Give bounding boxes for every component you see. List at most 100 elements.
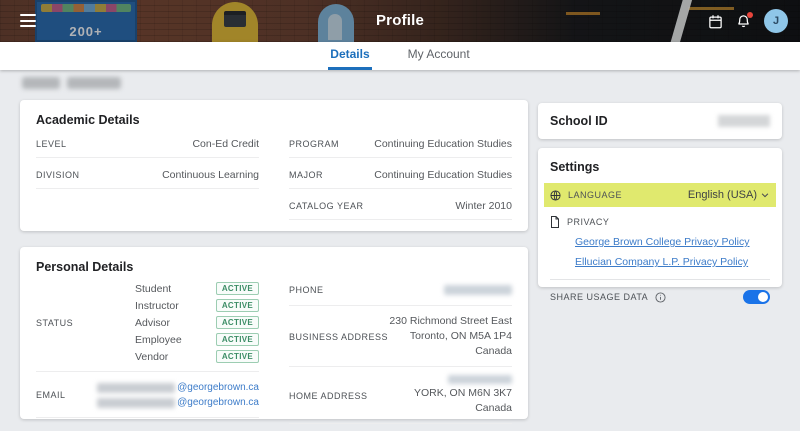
- status-name: Vendor: [135, 350, 169, 363]
- tab-my-account[interactable]: My Account: [406, 42, 472, 70]
- status-item: Student ACTIVE: [135, 282, 259, 295]
- document-icon: [551, 216, 559, 228]
- home-address-label: HOME ADDRESS: [289, 390, 368, 401]
- email-link[interactable]: @georgebrown.ca: [177, 397, 259, 408]
- status-row: STATUS Student ACTIVE Instructor ACTIVE …: [36, 274, 259, 372]
- menu-icon: [20, 19, 36, 22]
- catalog-year-row: CATALOG YEAR Winter 2010: [289, 189, 512, 220]
- school-id-card: School ID: [538, 103, 782, 139]
- calendar-button[interactable]: [708, 14, 723, 29]
- business-address-line: Toronto, ON M5A 1P4: [409, 330, 512, 342]
- info-icon[interactable]: [655, 291, 666, 303]
- status-item: Advisor ACTIVE: [135, 316, 259, 329]
- school-id-title: School ID: [550, 114, 608, 128]
- division-value: Continuous Learning: [162, 169, 259, 181]
- status-item: Instructor ACTIVE: [135, 299, 259, 312]
- status-name: Instructor: [135, 299, 179, 312]
- personal-details-card: Personal Details STATUS Student ACTIVE I…: [20, 247, 528, 424]
- status-name: Employee: [135, 333, 182, 346]
- settings-title: Settings: [550, 160, 600, 174]
- personal-details-title: Personal Details: [36, 260, 134, 274]
- avatar-initial: J: [772, 15, 780, 27]
- share-usage-toggle[interactable]: [743, 290, 770, 304]
- home-address-row: HOME ADDRESS YORK, ON M6N 3K7 Canada: [289, 367, 512, 424]
- privacy-policy-link-gbc[interactable]: George Brown College Privacy Policy: [575, 236, 770, 248]
- program-row: PROGRAM Continuing Education Studies: [289, 127, 512, 158]
- program-label: PROGRAM: [289, 139, 340, 149]
- business-address-row: BUSINESS ADDRESS 230 Richmond Street Eas…: [289, 306, 512, 367]
- notification-badge: [747, 11, 753, 18]
- menu-icon: [20, 14, 36, 16]
- status-item: Vendor ACTIVE: [135, 350, 259, 363]
- status-badge: ACTIVE: [215, 333, 259, 346]
- home-address-value: YORK, ON M6N 3K7 Canada: [414, 375, 512, 416]
- email-entry: @georgebrown.ca: [97, 382, 259, 393]
- email-user-redacted: [97, 397, 176, 408]
- catalog-year-label: CATALOG YEAR: [289, 201, 364, 211]
- email-row: EMAIL @georgebrown.ca @georgebrown.ca: [36, 372, 259, 418]
- academic-details-card: Academic Details LEVEL Con-Ed Credit DIV…: [20, 100, 528, 231]
- calendar-icon: [709, 14, 722, 28]
- settings-divider: [550, 279, 770, 280]
- share-usage-row: SHARE USAGE DATA: [550, 290, 770, 304]
- academic-details-title: Academic Details: [36, 113, 140, 127]
- status-badge: ACTIVE: [215, 350, 259, 363]
- status-list: Student ACTIVE Instructor ACTIVE Advisor…: [135, 282, 259, 363]
- catalog-year-value: Winter 2010: [455, 200, 512, 212]
- language-value[interactable]: English (USA): [688, 189, 770, 201]
- privacy-links: George Brown College Privacy Policy Ellu…: [575, 236, 770, 268]
- language-label: LANGUAGE: [568, 190, 623, 200]
- tab-bar: Details My Account: [0, 42, 800, 70]
- level-label: LEVEL: [36, 139, 67, 149]
- level-row: LEVEL Con-Ed Credit: [36, 127, 259, 158]
- status-name: Student: [135, 282, 172, 295]
- email-user-redacted: [97, 382, 176, 393]
- email-label: EMAIL: [36, 390, 66, 400]
- privacy-policy-link-ellucian[interactable]: Ellucian Company L.P. Privacy Policy: [575, 256, 770, 268]
- main-content: Academic Details LEVEL Con-Ed Credit DIV…: [0, 70, 800, 431]
- status-badge: ACTIVE: [215, 316, 259, 329]
- status-badge: ACTIVE: [215, 299, 259, 312]
- phone-label: PHONE: [289, 285, 324, 295]
- user-name-redacted: [22, 77, 121, 89]
- status-label: STATUS: [36, 317, 74, 328]
- privacy-section-header: PRIVACY: [550, 216, 770, 228]
- home-address-line: YORK, ON M6N 3K7: [413, 387, 512, 399]
- email-link[interactable]: @georgebrown.ca: [177, 382, 259, 393]
- app-header: Profile J: [0, 0, 800, 42]
- home-address-redacted: [448, 375, 512, 384]
- division-row: DIVISION Continuous Learning: [36, 158, 259, 189]
- division-label: DIVISION: [36, 170, 80, 180]
- status-item: Employee ACTIVE: [135, 333, 259, 346]
- school-id-value-redacted: [718, 115, 770, 127]
- settings-card: Settings LANGUAGE English (USA) PRIVACY …: [538, 148, 782, 304]
- phone-value-redacted: [444, 285, 512, 295]
- status-badge: ACTIVE: [215, 282, 259, 295]
- business-address-value: 230 Richmond Street East Toronto, ON M5A…: [389, 314, 512, 359]
- header-actions: J: [708, 0, 788, 42]
- major-value: Continuing Education Studies: [374, 169, 512, 181]
- status-name: Advisor: [135, 316, 171, 329]
- page-title: Profile: [375, 12, 425, 29]
- phone-row: PHONE: [289, 274, 512, 306]
- business-address-line: 230 Richmond Street East: [389, 315, 512, 327]
- major-label: MAJOR: [289, 170, 323, 180]
- home-address-line: Canada: [475, 402, 512, 414]
- level-value: Con-Ed Credit: [192, 138, 259, 150]
- chevron-down-icon: [761, 193, 769, 198]
- avatar[interactable]: J: [764, 9, 788, 33]
- business-address-line: Canada: [475, 345, 512, 357]
- privacy-label: PRIVACY: [567, 217, 610, 227]
- language-setting-row[interactable]: LANGUAGE English (USA): [544, 183, 776, 207]
- globe-icon: [550, 189, 561, 201]
- notifications-button[interactable]: [736, 11, 753, 29]
- share-usage-label: SHARE USAGE DATA: [550, 292, 649, 302]
- menu-button[interactable]: [20, 14, 36, 27]
- program-value: Continuing Education Studies: [374, 138, 512, 150]
- language-selected: English (USA): [687, 189, 757, 201]
- tab-details[interactable]: Details: [328, 42, 372, 70]
- email-list: @georgebrown.ca @georgebrown.ca: [97, 382, 259, 408]
- major-row: MAJOR Continuing Education Studies: [289, 158, 512, 189]
- menu-icon: [20, 25, 36, 27]
- business-address-label: BUSINESS ADDRESS: [289, 331, 389, 342]
